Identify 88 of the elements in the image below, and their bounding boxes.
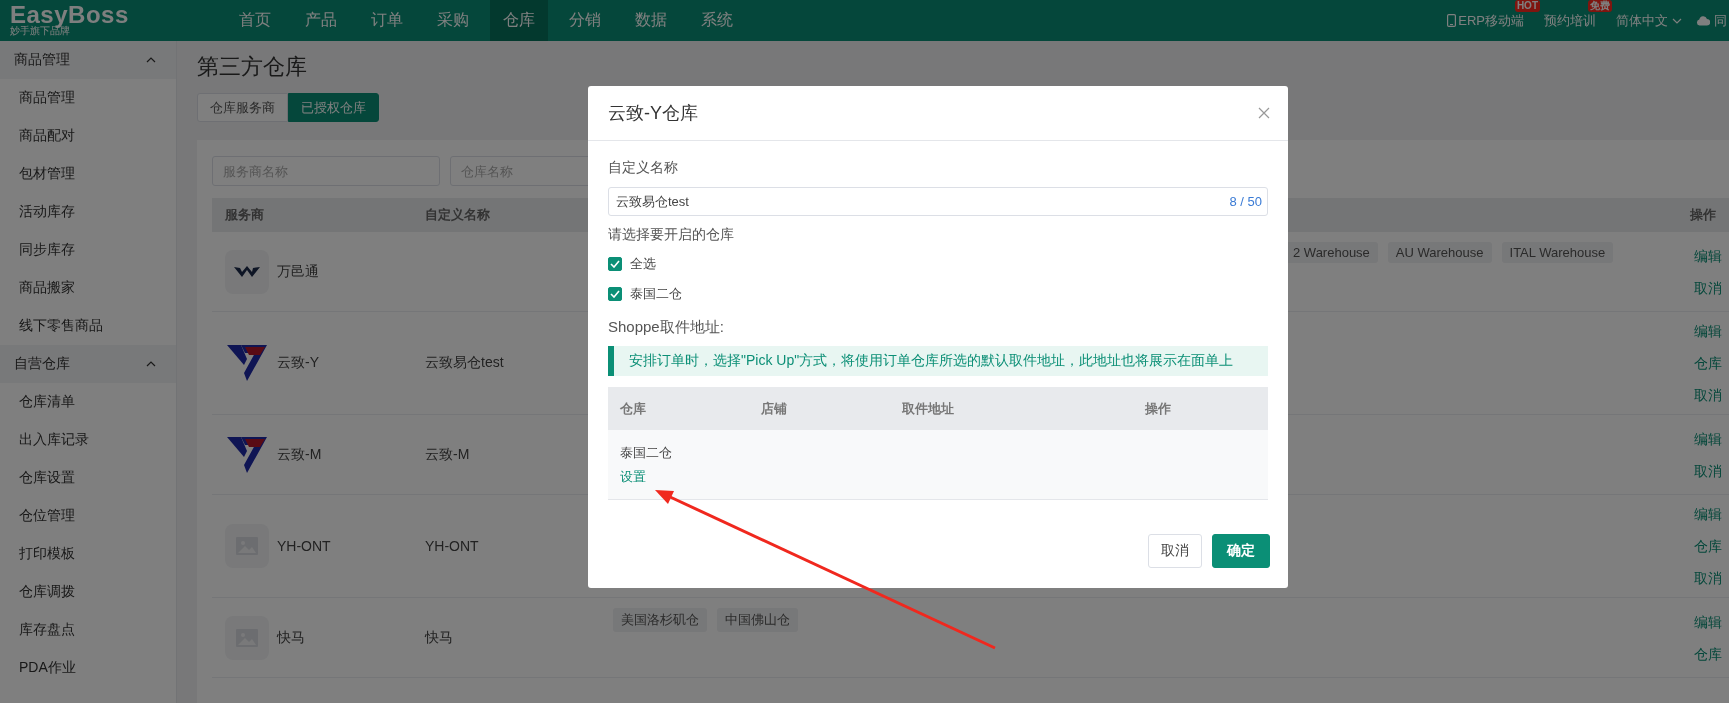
nav-item[interactable]: 仓库	[490, 0, 548, 41]
header-link[interactable]: 预约培训	[1544, 11, 1596, 30]
column-header: 店铺	[760, 399, 788, 418]
tab[interactable]: 仓库服务商	[197, 93, 288, 122]
column-header: 自定义名称	[424, 206, 491, 224]
action-link[interactable]: 取消	[1694, 459, 1729, 482]
sidebar-item[interactable]: 仓库设置	[0, 459, 176, 497]
nav-item[interactable]: 系统	[688, 0, 746, 41]
table-cell: YH-ONT	[277, 538, 331, 554]
chevron-up-icon	[146, 361, 156, 367]
table-cell: 云致-M	[425, 445, 470, 464]
character-counter: 8 / 50	[1229, 194, 1262, 209]
chevron-up-icon	[146, 57, 156, 63]
table-cell: 云致-Y	[277, 354, 319, 372]
table-cell: 云致-M	[277, 445, 322, 464]
sidebar-item[interactable]: 库存盘点	[0, 611, 176, 649]
chevron-down-icon	[1672, 17, 1682, 24]
table-cell: 快马	[425, 628, 453, 647]
sidebar-item[interactable]: 打印模板	[0, 535, 176, 573]
cancel-button[interactable]: 取消	[1148, 534, 1202, 568]
nav-item[interactable]: 分销	[556, 0, 614, 41]
sidebar-item[interactable]: 商品搬家	[0, 269, 176, 307]
badge-label: 免费	[1588, 0, 1612, 12]
warehouse-tag: AU Warehouse	[1387, 242, 1492, 263]
table-cell: 快马	[277, 628, 305, 647]
action-link[interactable]: 仓库	[1694, 642, 1729, 665]
checkbox[interactable]	[608, 287, 622, 301]
action-link[interactable]: 编辑	[1694, 320, 1729, 342]
nav-item[interactable]: 产品	[292, 0, 350, 41]
field-label: 自定义名称	[608, 158, 679, 177]
nav-item[interactable]: 首页	[226, 0, 284, 41]
column-header: 操作	[1689, 206, 1717, 224]
table-cell-text: 泰国二仓	[620, 443, 673, 462]
table-cell: YH-ONT	[425, 538, 479, 554]
settings-link[interactable]: 设置	[620, 467, 749, 486]
action-link[interactable]: 取消	[1694, 276, 1729, 299]
action-link[interactable]: 仓库	[1694, 352, 1729, 374]
sidebar-item[interactable]: PDA作业	[0, 649, 176, 687]
action-link[interactable]: 编辑	[1694, 427, 1729, 450]
upload-link[interactable]: 同	[1696, 0, 1727, 41]
warehouse-tag: 中国佛山仓	[717, 608, 798, 632]
sidebar-item[interactable]: 同步库存	[0, 231, 176, 269]
sidebar-item[interactable]: 出入库记录	[0, 421, 176, 459]
warehouse-tag: ITAL Warehouse	[1501, 242, 1614, 263]
field-label: 请选择要开启的仓库	[608, 225, 735, 244]
nav-item[interactable]: 数据	[622, 0, 680, 41]
checkbox-label: 泰国二仓	[630, 285, 682, 303]
sidebar-item[interactable]: 仓位管理	[0, 497, 176, 535]
sidebar-item[interactable]: 包材管理	[0, 155, 176, 193]
checkbox-label: 全选	[630, 255, 656, 273]
sidebar-item[interactable]: 线下零售商品	[0, 307, 176, 345]
language-select[interactable]: 简体中文	[1616, 0, 1682, 41]
table-cell: 云致易仓test	[425, 354, 504, 372]
dialog-title: 云致-Y仓库	[608, 102, 698, 125]
nav-item[interactable]: 采购	[424, 0, 482, 41]
warehouse-tag: 美国洛杉矶仓	[613, 608, 707, 632]
page-title: 第三方仓库	[197, 53, 308, 81]
sidebar-item[interactable]: 活动库存	[0, 193, 176, 231]
column-header: 取件地址	[901, 399, 955, 418]
table-cell: 万邑通	[277, 262, 319, 281]
action-link[interactable]: 取消	[1694, 567, 1729, 589]
warehouse-tag: 2 Warehouse	[1285, 242, 1378, 263]
sidebar-group-header[interactable]: 自营仓库	[0, 345, 176, 383]
info-notice: 安排订单时，选择"Pick Up"方式，将使用订单仓库所选的默认取件地址，此地址也将展示在面单上	[608, 346, 1268, 376]
confirm-button[interactable]: 确定	[1212, 534, 1270, 568]
action-link[interactable]: 编辑	[1694, 610, 1729, 633]
header-link[interactable]: ERP移动端	[1447, 11, 1524, 30]
column-header: 仓库	[619, 399, 647, 418]
tab[interactable]: 已授权仓库	[288, 93, 379, 122]
sidebar-item[interactable]: 商品管理	[0, 79, 176, 117]
action-link[interactable]: 编辑	[1694, 244, 1729, 267]
column-header: 服务商	[224, 206, 265, 224]
sidebar-item[interactable]: 商品配对	[0, 117, 176, 155]
sidebar-item[interactable]: 仓库调拨	[0, 573, 176, 611]
action-link[interactable]: 仓库	[1694, 535, 1729, 557]
close-button[interactable]	[1256, 105, 1272, 121]
badge-label: HOT	[1514, 0, 1540, 12]
provider-logo	[225, 249, 269, 294]
sidebar-group-header[interactable]: 商品管理	[0, 41, 176, 79]
sidebar-item[interactable]: 仓库清单	[0, 383, 176, 421]
nav-item[interactable]: 订单	[358, 0, 416, 41]
cloud-icon	[1696, 15, 1710, 26]
phone-icon	[1447, 14, 1457, 27]
action-link[interactable]: 编辑	[1694, 503, 1729, 525]
section-label: Shoppe取件地址:	[608, 317, 725, 337]
column-header: 操作	[1144, 399, 1172, 418]
action-link[interactable]: 取消	[1694, 384, 1729, 406]
checkbox[interactable]	[608, 257, 622, 271]
